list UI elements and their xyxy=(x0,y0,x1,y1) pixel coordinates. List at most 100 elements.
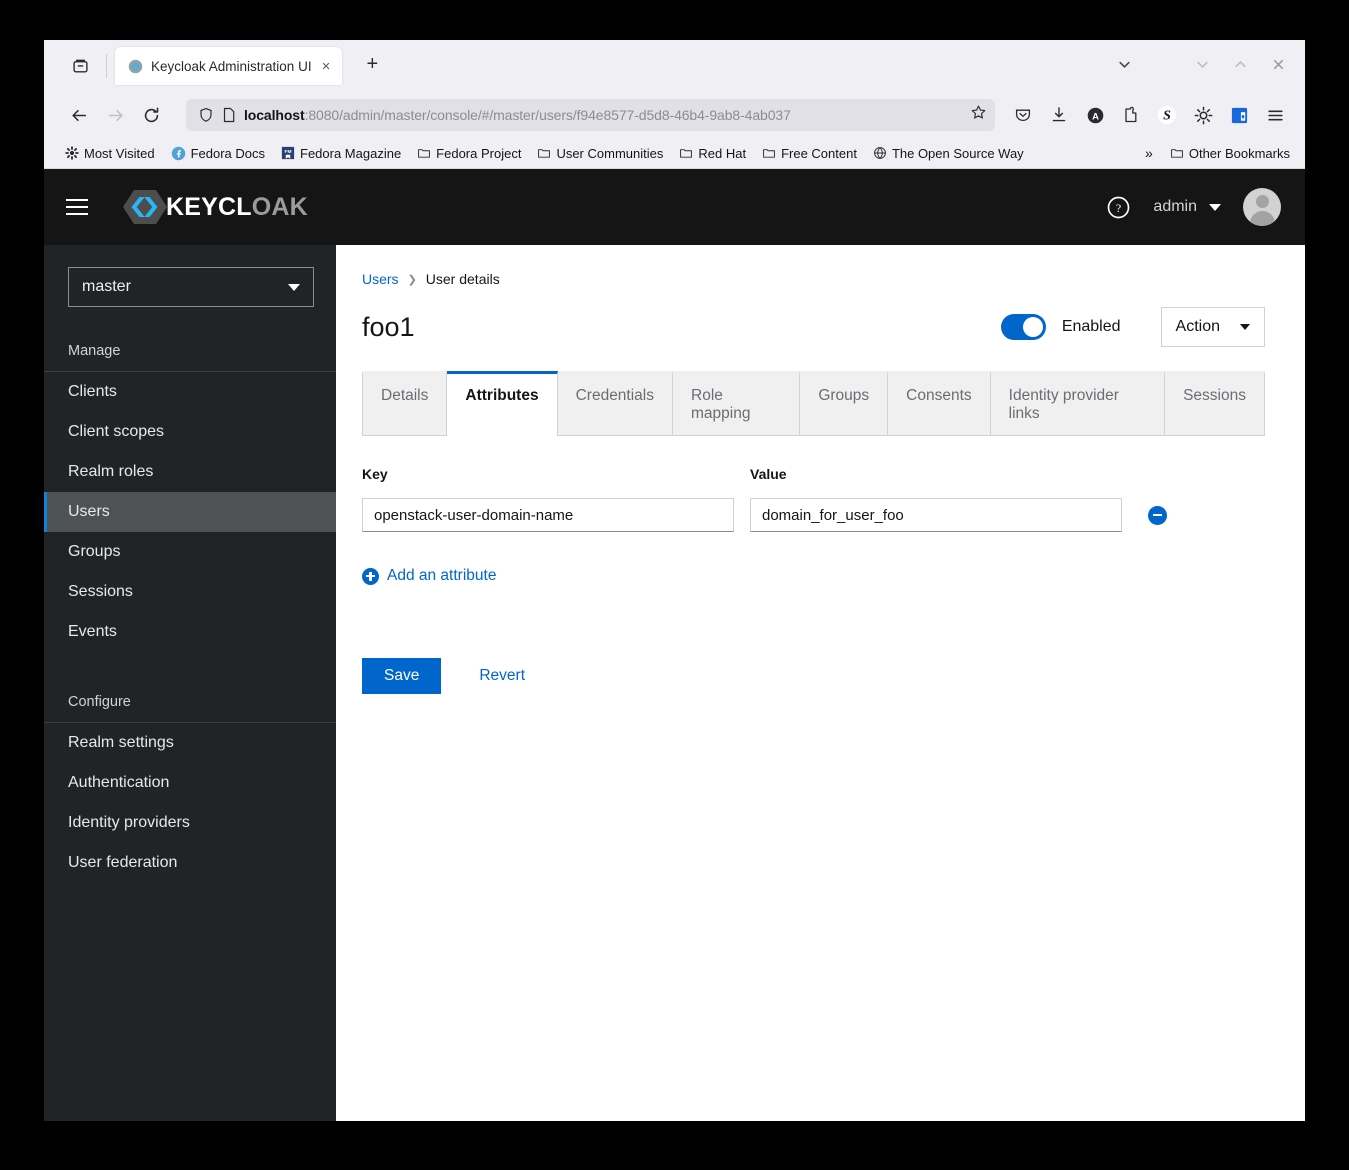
bookmark-open-source-way[interactable]: The Open Source Way xyxy=(866,143,1031,164)
folder-icon xyxy=(1170,149,1183,158)
tab-close-icon[interactable]: × xyxy=(320,59,333,74)
realm-selector[interactable]: master xyxy=(68,267,314,307)
revert-button[interactable]: Revert xyxy=(467,658,537,694)
attributes-form: Key Value Add an attribute Save xyxy=(362,436,1265,694)
bookmark-fedora-docs[interactable]: Fedora Docs xyxy=(164,143,272,164)
action-dropdown-button[interactable]: Action xyxy=(1160,307,1265,347)
tab-consents[interactable]: Consents xyxy=(888,371,991,435)
downloads-icon[interactable] xyxy=(1043,99,1075,131)
sidebar-item-client-scopes[interactable]: Client scopes xyxy=(44,412,336,452)
help-circle-icon[interactable]: ? xyxy=(1106,195,1131,220)
sidebar-item-groups[interactable]: Groups xyxy=(44,532,336,572)
app-menu-icon[interactable] xyxy=(1259,99,1291,131)
browser-tab-strip: Keycloak Administration UI × + xyxy=(44,40,1305,92)
admin-user-menu[interactable]: admin xyxy=(1153,198,1221,216)
url-bar[interactable]: localhost:8080/admin/master/console/#/ma… xyxy=(186,99,995,131)
action-dropdown-label: Action xyxy=(1175,318,1220,335)
svg-text:?: ? xyxy=(1116,200,1121,214)
enabled-toggle[interactable] xyxy=(1000,314,1046,340)
column-header-key: Key xyxy=(362,466,388,482)
sidebar-item-user-federation[interactable]: User federation xyxy=(44,843,336,883)
svg-text:FM: FM xyxy=(285,149,292,155)
page-title-actions: Enabled Action xyxy=(1000,307,1265,347)
gear-icon xyxy=(65,146,79,160)
toggle-knob xyxy=(1022,317,1043,337)
bookmark-star-icon[interactable] xyxy=(970,104,987,126)
maximize-button[interactable] xyxy=(1223,47,1257,81)
keycloak-logo[interactable]: KEYCLOAK xyxy=(122,187,308,227)
minimize-button[interactable] xyxy=(1185,47,1219,81)
bookmarks-overflow-button[interactable]: » xyxy=(1137,143,1161,163)
attribute-key-input[interactable] xyxy=(362,498,734,532)
main-content: Users ❯ User details foo1 Enabled Action xyxy=(336,245,1305,1121)
pocket-icon[interactable] xyxy=(1007,99,1039,131)
sidebar-item-authentication[interactable]: Authentication xyxy=(44,763,336,803)
reload-icon xyxy=(144,107,158,122)
avatar[interactable] xyxy=(1243,188,1281,226)
sidebar-item-realm-roles[interactable]: Realm roles xyxy=(44,452,336,492)
hamburger-icon[interactable] xyxy=(66,190,100,224)
firefox-view-button[interactable] xyxy=(62,50,98,82)
gear-extension-icon[interactable] xyxy=(1187,99,1219,131)
browser-tab-title: Keycloak Administration UI xyxy=(151,58,312,74)
url-host: localhost xyxy=(244,107,305,123)
arrow-right-icon xyxy=(108,109,123,121)
back-button[interactable] xyxy=(62,98,96,132)
form-actions: Save Revert xyxy=(362,657,1265,694)
sidebar-item-events[interactable]: Events xyxy=(44,612,336,652)
sidebar-item-users[interactable]: Users xyxy=(44,492,336,532)
minus-circle-icon[interactable] xyxy=(1148,505,1167,525)
breadcrumb-separator-icon: ❯ xyxy=(407,273,417,286)
keycloak-app: KEYCLOAK ? admin master Manage Clients C… xyxy=(44,169,1305,1121)
keycloak-masthead: KEYCLOAK ? admin xyxy=(44,169,1305,245)
sidebar-item-clients[interactable]: Clients xyxy=(44,372,336,412)
chevron-down-icon xyxy=(1240,324,1250,330)
realm-selector-value: master xyxy=(82,278,131,295)
bookmark-user-communities[interactable]: User Communities xyxy=(530,143,670,164)
bookmark-most-visited[interactable]: Most Visited xyxy=(58,143,162,164)
close-window-button[interactable] xyxy=(1261,47,1295,81)
tab-attributes[interactable]: Attributes xyxy=(447,371,558,436)
close-icon xyxy=(1273,59,1283,69)
bookmark-other-bookmarks[interactable]: Other Bookmarks xyxy=(1163,143,1297,164)
browser-nav-bar: localhost:8080/admin/master/console/#/ma… xyxy=(44,92,1305,138)
tab-groups[interactable]: Groups xyxy=(800,371,889,435)
tab-sessions[interactable]: Sessions xyxy=(1165,371,1265,435)
extensions-icon[interactable] xyxy=(1115,99,1147,131)
bookmark-free-content[interactable]: Free Content xyxy=(755,143,864,164)
save-button[interactable]: Save xyxy=(362,657,442,694)
tab-identity-provider-links[interactable]: Identity provider links xyxy=(990,371,1166,435)
fedora-icon xyxy=(171,146,185,160)
password-manager-icon[interactable] xyxy=(1223,99,1255,131)
tabstrip-left-group: Keycloak Administration UI × + xyxy=(44,40,388,92)
bookmark-label: Fedora Docs xyxy=(190,145,265,161)
sidebar-item-realm-settings[interactable]: Realm settings xyxy=(44,723,336,763)
breadcrumb-users-link[interactable]: Users xyxy=(362,271,399,287)
logo-text-oak: OAK xyxy=(251,192,308,221)
magazine-icon: FM xyxy=(281,146,295,160)
forward-button[interactable] xyxy=(98,98,132,132)
tab-details[interactable]: Details xyxy=(362,371,448,435)
enabled-toggle-label: Enabled xyxy=(1061,318,1121,335)
bookmark-fedora-project[interactable]: Fedora Project xyxy=(410,143,528,164)
sidebar-item-identity-providers[interactable]: Identity providers xyxy=(44,803,336,843)
arrow-left-icon xyxy=(71,109,86,121)
new-tab-button[interactable]: + xyxy=(356,48,388,80)
bookmarks-right-group: » Other Bookmarks xyxy=(1137,143,1297,164)
tab-credentials[interactable]: Credentials xyxy=(557,371,673,435)
sidebar-item-sessions[interactable]: Sessions xyxy=(44,572,336,612)
bookmark-fedora-magazine[interactable]: FM Fedora Magazine xyxy=(274,143,408,164)
browser-tab[interactable]: Keycloak Administration UI × xyxy=(115,47,343,85)
bookmarks-bar: Most Visited Fedora Docs FM Fedora Magaz… xyxy=(44,138,1305,169)
s-extension-icon[interactable]: S xyxy=(1151,99,1183,131)
add-attribute-button[interactable]: Add an attribute xyxy=(362,567,496,585)
reload-button[interactable] xyxy=(134,98,168,132)
account-icon[interactable]: A xyxy=(1079,99,1111,131)
tab-role-mapping[interactable]: Role mapping xyxy=(673,371,801,435)
attribute-value-input[interactable] xyxy=(750,498,1122,532)
chevron-down-icon xyxy=(288,283,300,291)
bookmark-red-hat[interactable]: Red Hat xyxy=(672,143,753,164)
list-all-tabs-button[interactable] xyxy=(1107,47,1141,81)
keycloak-logo-text: KEYCLOAK xyxy=(166,193,308,222)
folder-icon xyxy=(418,149,431,158)
